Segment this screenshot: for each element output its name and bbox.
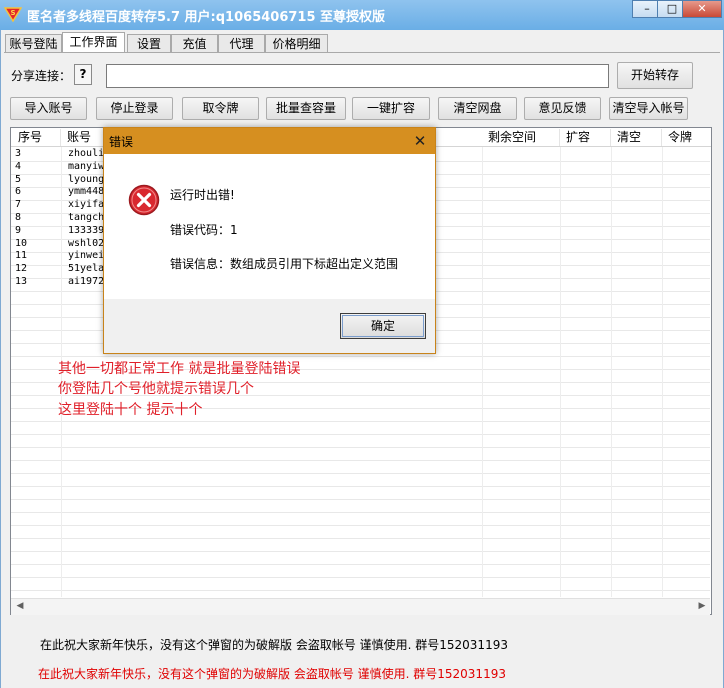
window-title: 匿名者多线程百度转存5.7 用户:q1065406715 至尊授权版	[27, 10, 386, 25]
footer-notice-red: 在此祝大家新年快乐，没有这个弹窗的为破解版 会盗取帐号 谨慎使用. 群号1520…	[38, 667, 506, 681]
stop-login-button[interactable]: 停止登录	[96, 97, 173, 120]
row-account[interactable]: ymm448	[68, 186, 104, 198]
grid-column-line	[611, 147, 612, 597]
tab-settings[interactable]: 设置	[127, 34, 171, 52]
row-account[interactable]: yinwei	[68, 250, 104, 262]
row-account[interactable]: wshl02	[68, 238, 104, 250]
row-index: 11	[15, 250, 28, 261]
row-index: 8	[15, 212, 22, 223]
one-click-expand-button[interactable]: 一键扩容	[352, 97, 430, 120]
dialog-title-bar	[104, 128, 435, 154]
grid-row-line	[11, 356, 710, 357]
grid-column-line	[482, 147, 483, 597]
column-header-clear[interactable]: 清空	[611, 129, 662, 146]
row-account[interactable]: manyiw	[68, 161, 104, 173]
error-code: 错误代码：1	[170, 223, 238, 237]
batch-check-capacity-button[interactable]: 批量查容量	[266, 97, 346, 120]
grid-row-line	[11, 421, 710, 422]
column-header-free-space[interactable]: 剩余空间	[482, 129, 560, 146]
grid-row-line	[11, 447, 710, 448]
column-header-token[interactable]: 令牌	[662, 129, 710, 146]
tab-recharge[interactable]: 充值	[171, 34, 218, 52]
grid-row-line	[11, 538, 710, 539]
feedback-button[interactable]: 意见反馈	[524, 97, 601, 120]
grid-row-line	[11, 499, 710, 500]
row-account[interactable]: 133339	[68, 225, 104, 237]
horizontal-scrollbar[interactable]	[11, 598, 710, 615]
grid-column-line	[560, 147, 561, 597]
row-account[interactable]: 51yela	[68, 263, 104, 275]
dialog-body	[104, 154, 435, 299]
share-link-label: 分享连接：	[11, 69, 72, 83]
row-index: 9	[15, 225, 22, 236]
share-link-input[interactable]	[106, 64, 609, 88]
row-index: 5	[15, 174, 22, 185]
row-index: 7	[15, 199, 22, 210]
grid-column-line	[662, 147, 663, 597]
row-index: 3	[15, 148, 22, 159]
error-icon	[128, 184, 160, 216]
close-window-button[interactable]: ✕	[682, 0, 722, 18]
row-account[interactable]: xiyifa	[68, 199, 104, 211]
clear-netdisk-button[interactable]: 清空网盘	[438, 97, 517, 120]
start-transfer-button[interactable]: 开始转存	[617, 62, 693, 89]
row-index: 4	[15, 161, 22, 172]
row-index: 12	[15, 263, 28, 274]
annotation-note: 这里登陆十个 提示十个	[58, 402, 203, 418]
row-account[interactable]: lyoung	[68, 174, 104, 186]
grid-row-line	[11, 577, 710, 578]
scroll-left-icon[interactable]: ◀	[12, 599, 28, 614]
annotation-note: 其他一切都正常工作 就是批量登陆错误	[58, 361, 301, 377]
row-account[interactable]: zhouli	[68, 148, 104, 160]
grid-row-line	[11, 564, 710, 565]
grid-row-line	[11, 551, 710, 552]
row-index: 10	[15, 238, 28, 249]
tab-account-login[interactable]: 账号登陆	[5, 34, 62, 52]
dialog-close-icon[interactable]: ✕	[410, 132, 430, 150]
row-index: 6	[15, 186, 22, 197]
dialog-title: 错误	[109, 135, 134, 149]
grid-row-line	[11, 460, 710, 461]
column-header-index[interactable]: 序号	[12, 129, 61, 146]
error-message: 错误信息：数组成员引用下标超出定义范围	[170, 257, 399, 271]
row-index: 13	[15, 276, 28, 287]
grid-row-line	[11, 525, 710, 526]
app-logo-icon: S	[4, 7, 22, 22]
clear-imported-accounts-button[interactable]: 清空导入帐号	[609, 97, 688, 120]
tab-proxy[interactable]: 代理	[218, 34, 265, 52]
ok-button[interactable]: 确定	[340, 313, 426, 339]
grid-row-line	[11, 434, 710, 435]
grid-row-line	[11, 512, 710, 513]
grid-row-line	[11, 590, 710, 591]
tab-divider	[4, 52, 720, 53]
svg-text:S: S	[10, 9, 15, 17]
grid-row-line	[11, 473, 710, 474]
tab-price-details[interactable]: 价格明细	[265, 34, 328, 52]
scroll-right-icon[interactable]: ▶	[694, 599, 710, 614]
tab-work[interactable]: 工作界面	[62, 32, 125, 53]
footer-notice: 在此祝大家新年快乐，没有这个弹窗的为破解版 会盗取帐号 谨慎使用. 群号1520…	[40, 638, 508, 652]
grid-row-line	[11, 486, 710, 487]
row-account[interactable]: tangch	[68, 212, 104, 224]
import-accounts-button[interactable]: 导入账号	[10, 97, 87, 120]
column-header-expand[interactable]: 扩容	[560, 129, 611, 146]
row-account[interactable]: ai1972	[68, 276, 104, 288]
help-button[interactable]: ?	[74, 64, 92, 85]
error-heading: 运行时出错!	[170, 188, 235, 202]
get-token-button[interactable]: 取令牌	[182, 97, 259, 120]
annotation-note: 你登陆几个号他就提示错误几个	[58, 381, 254, 397]
